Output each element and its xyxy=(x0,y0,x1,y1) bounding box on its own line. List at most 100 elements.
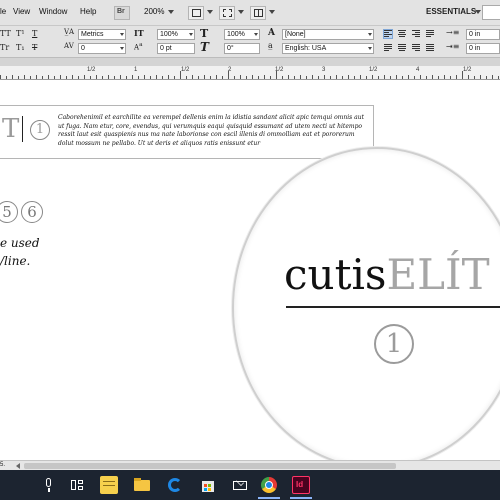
ruler-tick xyxy=(438,76,439,79)
ruler-tick xyxy=(378,76,379,79)
first-line-indent-value: 0 in xyxy=(469,45,481,52)
small-caps-button[interactable]: Tr xyxy=(0,43,9,52)
ruler-tick xyxy=(174,76,175,79)
arrange-dropdown-icon[interactable] xyxy=(269,10,275,14)
arrange-documents-button[interactable] xyxy=(250,6,266,20)
vertical-scale-dropdown-icon[interactable] xyxy=(254,33,258,36)
strikethrough-button[interactable]: T xyxy=(32,43,37,52)
microphone-icon[interactable] xyxy=(40,476,58,494)
ruler-tick xyxy=(300,75,301,79)
ruler-tick xyxy=(12,75,13,79)
view-options-dropdown-icon[interactable] xyxy=(207,10,213,14)
edge-icon[interactable] xyxy=(166,476,184,494)
subscript-button[interactable]: T₁ xyxy=(16,43,25,52)
ruler-tick xyxy=(270,76,271,79)
ruler-tick xyxy=(132,75,133,79)
indesign-icon[interactable]: Id xyxy=(292,476,310,494)
screen-mode-button[interactable] xyxy=(219,6,235,20)
document-canvas[interactable]: T 1 Caborehenimil et earchilite ea verem… xyxy=(0,81,500,469)
ruler-tick xyxy=(114,76,115,79)
skew-field[interactable]: 0° xyxy=(224,43,260,54)
ruler-tick xyxy=(54,76,55,79)
superscript-button[interactable]: T¹ xyxy=(16,29,25,38)
ruler-tick xyxy=(210,76,211,79)
workspace-dropdown-icon[interactable] xyxy=(475,10,481,14)
search-input[interactable] xyxy=(482,5,500,20)
justify-left-button[interactable] xyxy=(384,44,392,52)
horizontal-ruler[interactable]: 1/2 1 1/2 2 1/2 3 1/2 4 1/2 xyxy=(0,66,500,80)
scrollbar-thumb[interactable] xyxy=(24,463,396,469)
text-frame[interactable]: T 1 Caborehenimil et earchilite ea verem… xyxy=(0,105,374,159)
store-icon[interactable] xyxy=(199,476,217,494)
ruler-label: 1/2 xyxy=(275,67,284,73)
left-indent-value: 0 in xyxy=(469,31,481,38)
brand-underline xyxy=(286,306,500,308)
mail-icon[interactable] xyxy=(231,476,249,494)
underline-button[interactable]: T xyxy=(32,29,37,38)
ruler-tick xyxy=(480,75,481,79)
ruler-tick xyxy=(498,76,499,79)
kerning-icon: V̲A xyxy=(64,28,75,36)
all-caps-button[interactable]: TT xyxy=(0,29,11,38)
align-right-button[interactable] xyxy=(412,30,420,38)
ruler-tick xyxy=(486,76,487,79)
status-zoom-field[interactable]: 5. xyxy=(0,462,14,469)
horizontal-scrollbar[interactable]: 5. xyxy=(0,460,500,470)
ruler-label: 1 xyxy=(134,67,138,73)
menu-bar: le View Window Help Br 200% ESSENTIALS xyxy=(0,0,500,26)
first-line-indent-field[interactable]: 0 in xyxy=(466,43,500,54)
bridge-button[interactable]: Br xyxy=(114,6,130,20)
kerning-field[interactable]: Metrics xyxy=(78,29,126,40)
circle-number-5: 5 xyxy=(0,201,18,223)
tracking-field[interactable]: 0 xyxy=(78,43,126,54)
ruler-tick xyxy=(36,75,37,79)
character-style-dropdown-icon[interactable] xyxy=(368,33,372,36)
view-options-button[interactable] xyxy=(188,6,204,20)
align-towards-spine-button[interactable] xyxy=(426,30,434,38)
scroll-left-icon[interactable] xyxy=(16,463,20,469)
file-explorer-icon[interactable] xyxy=(133,476,151,494)
menu-item-file[interactable]: le xyxy=(0,7,6,16)
tracking-dropdown-icon[interactable] xyxy=(120,47,124,50)
ruler-label: 2 xyxy=(228,67,232,73)
menu-item-view[interactable]: View xyxy=(13,7,30,16)
language-value: English: USA xyxy=(285,45,327,52)
zoom-level-display[interactable]: 200% xyxy=(144,7,164,16)
task-view-icon[interactable] xyxy=(68,476,86,494)
ruler-tick xyxy=(246,76,247,79)
ruler-tick xyxy=(90,76,91,79)
horizontal-scale-field[interactable]: 100% xyxy=(157,29,195,40)
body-paragraph[interactable]: Caborehenimil et earchilite ea verempel … xyxy=(58,114,370,148)
ruler-tick xyxy=(402,76,403,79)
ruler-tick xyxy=(234,76,235,79)
ruler-tick xyxy=(252,75,253,79)
menu-item-window[interactable]: Window xyxy=(39,7,67,16)
align-center-button[interactable] xyxy=(398,30,406,38)
language-dropdown-icon[interactable] xyxy=(368,47,372,50)
ruler-label: 1/2 xyxy=(87,67,96,73)
magnified-circle-number: 1 xyxy=(374,324,414,364)
workspace-switcher[interactable]: ESSENTIALS xyxy=(426,7,476,16)
menu-item-help[interactable]: Help xyxy=(80,7,96,16)
align-left-button[interactable] xyxy=(383,29,393,39)
kerning-dropdown-icon[interactable] xyxy=(120,33,124,36)
language-icon: a̲ xyxy=(268,41,273,50)
horizontal-scale-dropdown-icon[interactable] xyxy=(189,33,193,36)
baseline-shift-field[interactable]: 0 pt xyxy=(157,43,195,54)
ruler-tick xyxy=(288,75,289,79)
chrome-icon[interactable] xyxy=(260,476,278,494)
zoom-dropdown-icon[interactable] xyxy=(168,10,174,14)
sticky-notes-icon[interactable] xyxy=(100,476,118,494)
ruler-tick xyxy=(0,75,1,79)
character-style-field[interactable]: [None] xyxy=(282,29,374,40)
ruler-tick xyxy=(372,75,373,79)
language-field[interactable]: English: USA xyxy=(282,43,374,54)
justify-center-button[interactable] xyxy=(398,44,406,52)
ruler-tick xyxy=(186,76,187,79)
justify-all-button[interactable] xyxy=(426,44,434,52)
left-indent-field[interactable]: 0 in xyxy=(466,29,500,40)
vertical-scale-field[interactable]: 100% xyxy=(224,29,260,40)
screen-mode-dropdown-icon[interactable] xyxy=(238,10,244,14)
ruler-tick xyxy=(60,75,61,79)
justify-right-button[interactable] xyxy=(412,44,420,52)
